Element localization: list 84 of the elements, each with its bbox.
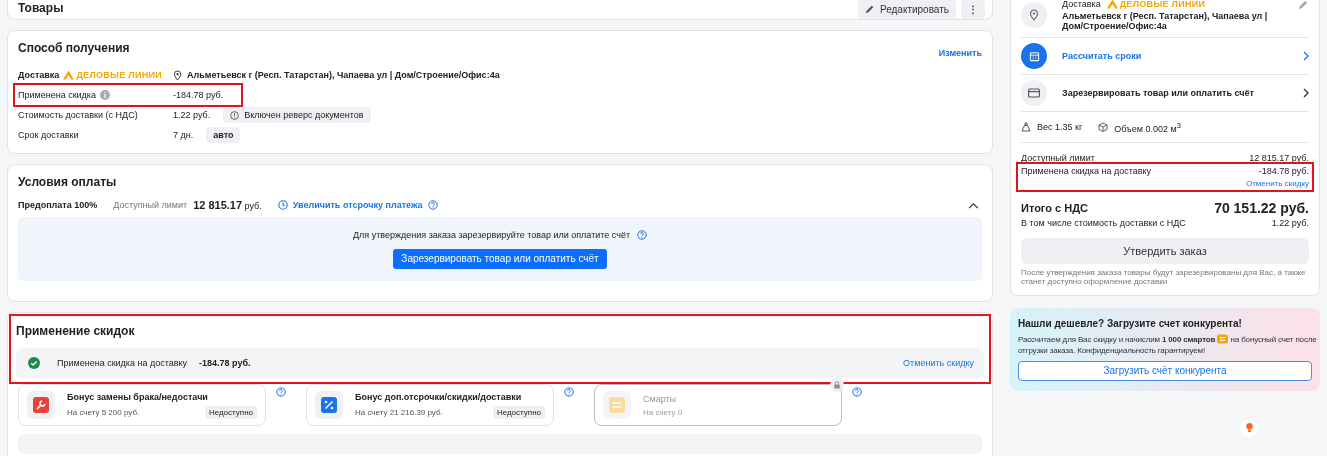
pencil-icon (864, 4, 875, 14)
check-circle-icon (28, 357, 40, 369)
info-icon (100, 90, 110, 100)
promo-text: отгрузки заказа. Конфиденциальность гарантируем! (1018, 345, 1206, 355)
calendar-icon (1021, 43, 1047, 69)
summary-value: 1.22 руб. (1271, 217, 1309, 228)
bonus-balance: На счету 5 200 руб. (67, 407, 140, 417)
row-label: Срок доставки (18, 130, 79, 140)
summary-label: Применена скидка на доставку (1021, 165, 1152, 176)
promo-text: на бонусный счет после (1230, 334, 1317, 344)
carrier-logo: ДЕЛОВЫЕ ЛИНИИ (1106, 0, 1206, 9)
coin-icon (1217, 334, 1229, 345)
row-value: 7 дн. (173, 130, 194, 140)
clock-icon (277, 200, 288, 210)
bonus-balance: На счету 0 (643, 407, 683, 417)
more-button[interactable]: ⋮ (961, 0, 985, 19)
volume-text: Объем 0.002 м$^{3}$ (1114, 120, 1181, 134)
applied-discount-label: Применена скидка на доставку (57, 358, 188, 368)
total-value: 70 151.22 руб. (1214, 200, 1309, 216)
change-link[interactable]: Изменить (938, 48, 982, 58)
cancel-discount-link[interactable]: Отменить скидку (1021, 179, 1309, 188)
row-label: Стоимость доставки (с НДС) (18, 110, 138, 120)
upload-invoice-button[interactable]: Загрузить счёт конкурента (1018, 360, 1312, 381)
location-pin-icon (173, 69, 182, 81)
applied-discount-value: -184.78 руб. (199, 358, 251, 368)
section-title: Условия оплаты (18, 175, 118, 189)
bonus-title: Бонус доп.отсрочки/скидки/доставки (355, 391, 523, 402)
action-item[interactable]: Рассчитать сроки (1021, 38, 1309, 75)
bonus-card[interactable]: Бонус замены брака/недостачи На счету 5 200 руб. Недоступно (18, 384, 266, 426)
chevron-right-icon (1303, 88, 1309, 98)
wrench-icon (27, 391, 55, 419)
delivery-address: Альметьевск г (Респ. Татарстан), Чапаева ул | Дом/Строение/Офис:4а (1062, 11, 1269, 31)
delivery-label: Доставка (18, 70, 60, 80)
help-icon[interactable] (852, 387, 862, 397)
bonus-card[interactable]: Бонус доп.отсрочки/скидки/доставки На счету 21 216.39 руб. Недоступно (306, 384, 554, 426)
chevron-right-icon (1303, 51, 1309, 61)
limit-value: 12 815.17 руб. (193, 199, 262, 211)
notice-text: Для утверждения заказа зарезервируйте товар или оплатите счёт (352, 229, 631, 240)
confirm-order-button[interactable]: Утвердить заказ (1021, 238, 1309, 264)
promo-text: Рассчитаем для Вас скидку и начислим 1 000 смартов (1018, 334, 1216, 344)
delivery-label: Доставка (1062, 0, 1101, 9)
reserve-button[interactable]: Зарезервировать товар или оплатить счёт (393, 248, 607, 269)
tag: авто (206, 127, 241, 143)
bonus-title: Смарты (643, 393, 678, 404)
delivery-address: Альметьевск г (Респ. Татарстан), Чапаева ул | Дом/Строение/Офис:4а (187, 70, 500, 80)
alert-icon (230, 110, 240, 120)
bonus-title: Бонус замены брака/недостачи (67, 391, 209, 402)
promo-title: Нашли дешевле? Загрузите счет конкурента! (1018, 317, 1243, 329)
confirm-note: После утверждения заказа товары будут зарезервированы для Вас, а также станет доступно оформление доставки (1021, 269, 1307, 287)
pencil-icon[interactable] (1298, 0, 1309, 10)
extend-payment-link[interactable]: Увеличить отсрочку платежа (277, 200, 423, 210)
help-icon[interactable] (276, 387, 286, 397)
location-pin-icon (1021, 2, 1047, 28)
percent-icon (315, 391, 343, 419)
action-item[interactable]: Зарезервировать товар или оплатить счёт (1021, 75, 1309, 112)
carrier-logo: ДЕЛОВЫЕ ЛИНИИ (63, 70, 163, 80)
weight-text: Вес 1.35 кг (1037, 122, 1083, 132)
section-title: Товары (18, 1, 64, 15)
limit-label: Доступный лимит (113, 200, 188, 210)
box-icon (1098, 122, 1109, 132)
bonus-balance: На счету 21 216.39 руб. (355, 407, 443, 417)
row-label: Применена скидка (18, 90, 96, 100)
weight-icon (1021, 122, 1031, 132)
help-icon[interactable] (428, 200, 439, 210)
help-icon[interactable] (637, 229, 648, 240)
summary-label: В том числе стоимость доставки с НДС (1021, 217, 1186, 228)
unavailable-badge: Недоступно (492, 405, 545, 419)
row-value: -184.78 руб. (173, 90, 224, 100)
lightbulb-icon[interactable] (1240, 418, 1258, 437)
total-label: Итого с НДС (1021, 202, 1088, 214)
section-title: Способ получения (18, 41, 130, 55)
prepay-label: Предоплата 100% (18, 200, 98, 210)
edit-button[interactable]: Редактировать (857, 0, 956, 19)
row-value: 1.22 руб. (173, 110, 211, 120)
chevron-up-icon[interactable] (968, 201, 979, 209)
section-title: Применение скидок (16, 324, 136, 338)
summary-value: -184.78 руб. (1258, 165, 1309, 176)
unavailable-badge: Недоступно (204, 405, 257, 419)
cancel-discount-link[interactable]: Отменить скидку (903, 358, 974, 368)
info-tag: Включен реверс документов (223, 107, 371, 123)
credit-card-icon (1021, 80, 1047, 106)
coin-icon (603, 391, 631, 419)
summary-label: Доступный лимит (1021, 152, 1095, 163)
help-icon[interactable] (564, 387, 574, 397)
